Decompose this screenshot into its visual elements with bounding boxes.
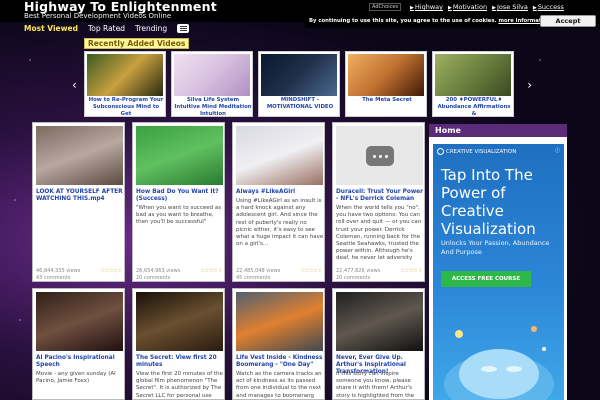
video-title[interactable]: LOOK AT YOURSELF AFTER WATCHING THIS.mp4 — [36, 189, 124, 203]
tab-top-rated[interactable]: Top Rated — [88, 24, 125, 33]
carousel-item[interactable]: How to Re-Program Your Subconscious Mind… — [84, 51, 166, 117]
sidebar-heading: Home — [429, 124, 567, 137]
video-title[interactable]: The Secret: View first 20 minutes — [136, 355, 224, 369]
site-tagline: Best Personal Development Videos Online — [24, 12, 172, 20]
arrow-right-icon: ▶ — [492, 5, 496, 11]
comment-count: 43 comments — [36, 274, 71, 281]
video-title[interactable]: Always #LikeAGirl — [236, 189, 324, 196]
carousel-item-title[interactable]: The Meta Secret — [348, 97, 426, 104]
nav-link-jose-silva[interactable]: ▶Jose Silva — [492, 3, 528, 11]
video-meta: 22,477,826 views 20 comments ☆☆☆☆☆ — [336, 268, 424, 282]
arrow-right-icon: ▶ — [448, 5, 452, 11]
video-placeholder-icon — [366, 146, 394, 166]
video-description: If this story can inspire someone you kn… — [336, 371, 415, 400]
rating-stars-icon: ☆☆☆☆☆ — [199, 268, 223, 274]
cookie-consent-bar: By continuing to use this site, you agre… — [305, 14, 600, 28]
nav-link-highway[interactable]: ▶Highway — [410, 3, 443, 11]
video-thumbnail[interactable] — [36, 126, 123, 185]
video-description: Watch as the camera tracks an act of kin… — [236, 371, 322, 399]
comment-count: 45 comments — [236, 274, 271, 281]
creative-visualization-ad[interactable]: CREATIVE VISUALIZATION ⓘ Tap Into The Po… — [433, 144, 564, 400]
video-title[interactable]: Life Vest Inside - Kindness Boomerang - … — [236, 355, 324, 369]
video-description: View the first 20 minutes of the global … — [136, 371, 223, 400]
video-description: "When you want to succeed as bad as you … — [136, 205, 222, 226]
arrow-right-icon: ▶ — [532, 5, 537, 11]
cookie-text: By continuing to use this site, you agre… — [309, 18, 551, 24]
video-card[interactable]: LOOK AT YOURSELF AFTER WATCHING THIS.mp4… — [32, 122, 125, 282]
recently-added-carousel: Recently Added Videos ‹ › How to Re-Prog… — [72, 36, 532, 124]
video-title[interactable]: How Bad Do You Want It? (Success) — [136, 189, 224, 203]
carousel-item-title[interactable]: How to Re-Program Your Subconscious Mind… — [87, 97, 165, 118]
video-thumbnail[interactable] — [87, 54, 163, 96]
ad-title: Tap Into The Power of Creative Visualiza… — [441, 166, 536, 238]
video-meta: 46,844,335 views 43 comments ☆☆☆☆☆ — [36, 268, 124, 282]
top-nav: AdChoices ▶Highway ▶Motivation ▶Jose Sil… — [369, 3, 564, 11]
video-title[interactable]: Duracell: Trust Your Power - NFL's Derri… — [336, 189, 424, 203]
carousel-item-title[interactable]: MINDSHIFT - MOTIVATIONAL VIDEO — [261, 97, 339, 111]
ad-info-icon[interactable]: ⓘ — [555, 147, 560, 154]
video-meta: 26,654,963 views 20 comments ☆☆☆☆☆ — [136, 268, 224, 282]
video-thumbnail[interactable] — [174, 54, 250, 96]
ad-subtitle: Unlocks Your Passion, Abundance And Purp… — [441, 239, 550, 256]
carousel-item[interactable]: The Meta Secret — [345, 51, 427, 117]
video-tabs: Most Viewed Top Rated Trending — [24, 22, 190, 34]
carousel-item[interactable]: MINDSHIFT - MOTIVATIONAL VIDEO — [258, 51, 340, 117]
video-title[interactable]: Al Pacino's Inspirational Speech — [36, 355, 124, 369]
tab-most-viewed[interactable]: Most Viewed — [24, 24, 78, 33]
rating-stars-icon: ☆☆☆☆☆ — [299, 268, 323, 274]
video-thumbnail[interactable] — [36, 292, 123, 351]
nav-link-motivation[interactable]: ▶Motivation — [448, 3, 487, 11]
carousel-item-title[interactable]: Silva Life System Intuitive Mind Meditat… — [174, 97, 252, 118]
video-card[interactable]: Always #LikeAGirl Using #LikeAGirl as an… — [232, 122, 325, 282]
carousel-item[interactable]: 200 ♦POWERFUL♦ Abundance Affirmations & — [432, 51, 514, 117]
video-card[interactable]: Never, Ever Give Up. Arthur's Inspiratio… — [332, 288, 425, 400]
video-thumbnail[interactable] — [136, 292, 223, 351]
menu-icon[interactable] — [177, 23, 190, 33]
ad-face-artwork — [444, 326, 554, 400]
recently-added-heading: Recently Added Videos — [84, 38, 190, 49]
rating-stars-icon: ☆☆☆☆☆ — [99, 268, 123, 274]
video-thumbnail[interactable] — [336, 292, 423, 351]
brand-logo-icon — [437, 148, 444, 155]
video-card[interactable]: Duracell: Trust Your Power - NFL's Derri… — [332, 122, 425, 282]
video-thumbnail[interactable] — [261, 54, 337, 96]
comment-count: 20 comments — [136, 274, 171, 281]
video-thumbnail[interactable] — [136, 126, 223, 185]
video-card[interactable]: Life Vest Inside - Kindness Boomerang - … — [232, 288, 325, 400]
video-description: When the world tells you "no", you have … — [336, 205, 422, 262]
arrow-right-icon: ▶ — [410, 5, 414, 11]
video-card[interactable]: The Secret: View first 20 minutes View t… — [132, 288, 225, 400]
nav-link-success[interactable]: ▶Success — [533, 3, 564, 11]
video-meta: 22,485,048 views 45 comments ☆☆☆☆☆ — [236, 268, 324, 282]
video-card[interactable]: Al Pacino's Inspirational Speech Movie -… — [32, 288, 125, 400]
video-thumbnail[interactable] — [435, 54, 511, 96]
adchoices-badge[interactable]: AdChoices — [369, 3, 402, 11]
sidebar: Home CREATIVE VISUALIZATION ⓘ Tap Into T… — [429, 124, 567, 400]
video-thumbnail[interactable] — [236, 292, 323, 351]
video-thumbnail[interactable] — [336, 126, 423, 185]
tab-trending[interactable]: Trending — [135, 24, 167, 33]
video-description: Movie - any given sunday (Al Pacino, Jam… — [36, 371, 116, 385]
chevron-left-icon[interactable]: ‹ — [72, 78, 77, 92]
video-description: Using #LikeAGirl as an insult is a hard … — [236, 198, 324, 248]
video-card[interactable]: How Bad Do You Want It? (Success) "When … — [132, 122, 225, 282]
carousel-item[interactable]: Silva Life System Intuitive Mind Meditat… — [171, 51, 253, 117]
accept-button[interactable]: Accept — [540, 15, 596, 27]
access-free-course-button[interactable]: ACCESS FREE COURSE — [441, 271, 531, 287]
rating-stars-icon: ☆☆☆☆☆ — [399, 268, 423, 274]
video-thumbnail[interactable] — [236, 126, 323, 185]
ad-brand: CREATIVE VISUALIZATION — [437, 148, 516, 155]
video-thumbnail[interactable] — [348, 54, 424, 96]
carousel-item-title[interactable]: 200 ♦POWERFUL♦ Abundance Affirmations & — [435, 97, 513, 118]
chevron-right-icon[interactable]: › — [527, 78, 532, 92]
comment-count: 20 comments — [336, 274, 371, 281]
